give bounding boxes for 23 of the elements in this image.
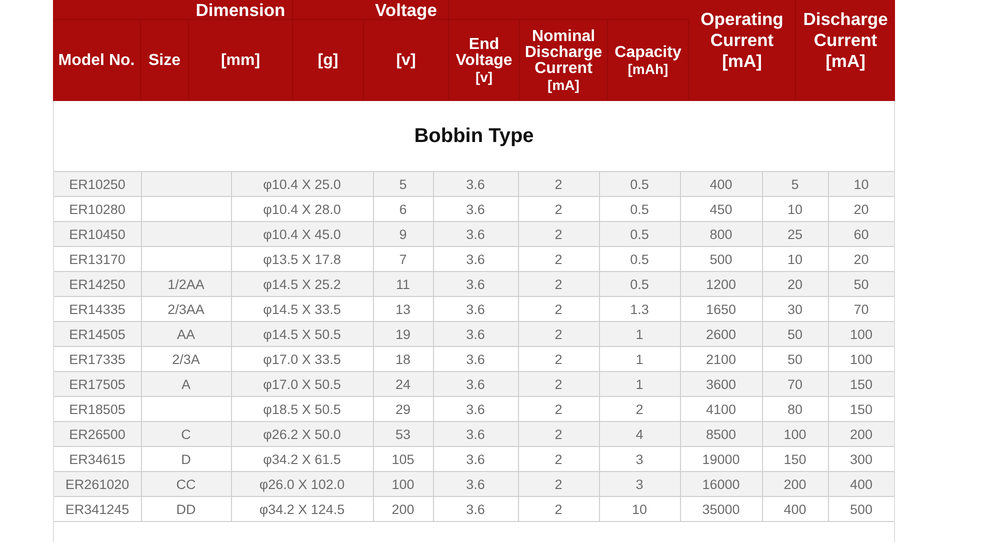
section-title: Bobbin Type (414, 124, 534, 148)
column-group-header: Dimension (196, 0, 286, 20)
table-cell: 2 (518, 496, 599, 522)
table-cell: φ10.4 X 25.0 (231, 172, 373, 196)
table-cell: 35000 (680, 496, 762, 522)
table-cell: DD (141, 496, 231, 522)
column-header: [v] (396, 52, 416, 70)
table-cell: 400 (762, 496, 828, 522)
column-header: End Voltage [v] (454, 36, 514, 84)
column-header: Size (148, 52, 180, 70)
table-cell: 10 (599, 496, 680, 522)
table-cell: φ34.2 X 124.5 (231, 496, 373, 522)
column-group-header: Voltage (375, 0, 437, 20)
column-header: Model No. (58, 52, 135, 70)
table-cell: 200 (373, 496, 433, 522)
column-header: Discharge Current [mA] (802, 9, 889, 72)
table-cell: ER341245 (54, 496, 141, 522)
column-header: Operating Current [mA] (700, 9, 784, 72)
column-header: Nominal Discharge Current [mA] (524, 28, 604, 92)
table-cell: 3.6 (433, 496, 518, 522)
column-header: [mm] (220, 52, 260, 70)
column-header: [g] (318, 52, 338, 70)
column-header: Capacity [mAh] (614, 44, 682, 76)
